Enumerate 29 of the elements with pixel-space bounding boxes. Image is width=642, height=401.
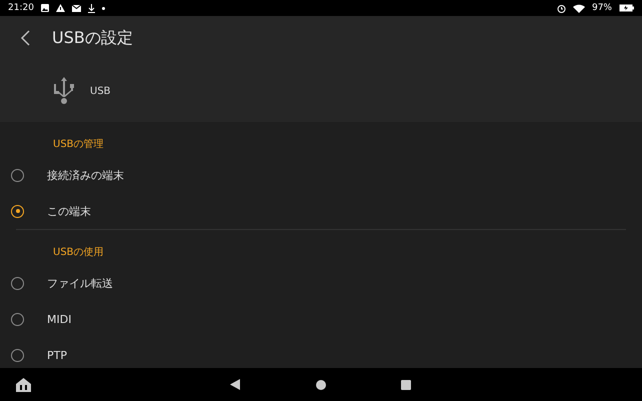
radio-button[interactable] bbox=[11, 168, 24, 182]
device-label: USB bbox=[90, 86, 111, 96]
screen-title: USBの設定 bbox=[52, 28, 133, 48]
usb-icon bbox=[53, 77, 75, 105]
alarm-icon bbox=[556, 4, 566, 12]
status-time: 21:20 bbox=[8, 3, 34, 13]
radio-button[interactable] bbox=[11, 312, 24, 326]
option-label[interactable]: MIDI bbox=[47, 312, 72, 326]
image-icon bbox=[40, 4, 49, 12]
radio-button[interactable] bbox=[11, 204, 24, 218]
download-icon bbox=[88, 4, 95, 12]
radio-button[interactable] bbox=[11, 276, 24, 290]
radio-button[interactable] bbox=[11, 348, 24, 362]
option-label[interactable]: PTP bbox=[47, 348, 67, 362]
battery-percent: 97% bbox=[592, 3, 612, 13]
option-label[interactable]: ファイル転送 bbox=[47, 276, 113, 290]
home-icon[interactable] bbox=[16, 378, 31, 392]
section-header: USBの管理 bbox=[52, 138, 105, 152]
dot-icon bbox=[102, 6, 105, 10]
option-label[interactable]: 接続済みの端末 bbox=[47, 168, 124, 182]
back-nav-icon[interactable] bbox=[230, 379, 240, 390]
battery-icon bbox=[619, 4, 634, 12]
mail-icon bbox=[72, 4, 81, 12]
option-label[interactable]: この端末 bbox=[47, 204, 91, 218]
warning-icon bbox=[56, 4, 65, 12]
section-header: USBの使用 bbox=[52, 246, 105, 260]
home-nav-icon[interactable] bbox=[316, 380, 326, 390]
recents-icon[interactable] bbox=[401, 380, 411, 390]
wifi-icon bbox=[572, 4, 585, 12]
